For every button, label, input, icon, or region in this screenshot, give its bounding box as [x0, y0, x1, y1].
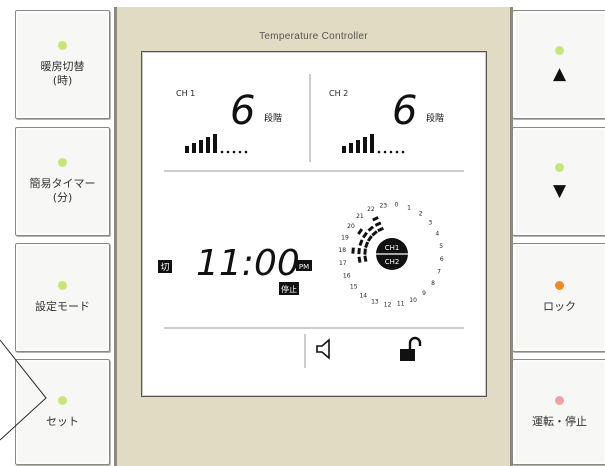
- dial-hour-number: 15: [350, 284, 358, 291]
- dial-hour-number: 17: [339, 260, 347, 267]
- led-indicator: [555, 163, 564, 172]
- dial-schedule-bar: [363, 248, 367, 255]
- dial-schedule-bar: [371, 230, 378, 237]
- clock-time: 11:00: [196, 243, 300, 284]
- controller-frame: 暖房切替 (時) 簡易タイマー (分) 設定モード セット Temperatur…: [0, 0, 605, 466]
- dial-hour-number: 7: [437, 269, 441, 276]
- dial-schedule-bar: [372, 216, 379, 222]
- dial-hour-number: 23: [379, 202, 387, 209]
- led-indicator: [58, 395, 67, 405]
- speaker-icon: [316, 338, 330, 360]
- scheduled-badge: 停止: [281, 284, 297, 294]
- dial-schedule-bar: [358, 239, 364, 247]
- dial-schedule-bar: [377, 226, 384, 233]
- simple-timer-minutes-button[interactable]: 簡易タイマー (分): [15, 127, 110, 236]
- lcd-screen: CH 1 6 段階 CH 2 6 段階 切 11:00 PM 停止 23 0 1…: [141, 51, 487, 397]
- ch2-level: 6: [392, 88, 417, 134]
- panel-title: Temperature Controller: [259, 31, 368, 42]
- pm-indicator: PM: [299, 263, 309, 271]
- dial-schedule-bar: [366, 235, 373, 242]
- lock-label: ロック: [543, 300, 576, 313]
- dial-schedule-bar: [363, 255, 368, 262]
- dial-hour-number: 1: [407, 205, 411, 212]
- lock-button[interactable]: ロック: [512, 243, 605, 352]
- dial-schedule-bar: [357, 228, 364, 235]
- dial-hour-number: 16: [343, 273, 351, 280]
- off-badge: 切: [160, 262, 169, 273]
- ch2-label: CH 2: [329, 89, 348, 98]
- ch2-unit: 段階: [426, 112, 444, 124]
- up-button[interactable]: ▲: [512, 10, 605, 119]
- dial-schedule-bar: [362, 231, 368, 239]
- dial-hour-number: 4: [435, 230, 439, 237]
- dial-schedule-bar: [367, 225, 375, 232]
- run-stop-label: 運転・停止: [532, 414, 587, 428]
- led-indicator: [58, 41, 67, 50]
- setting-mode-label: 設定モード: [35, 300, 90, 313]
- ch1-level: 6: [230, 88, 255, 134]
- dial-hour-number: 21: [356, 213, 364, 220]
- led-indicator: [555, 395, 564, 405]
- dial-schedule-bar: [357, 247, 361, 255]
- lcd-graphics: CH 1 6 段階 CH 2 6 段階 切 11:00 PM 停止 23 0 1…: [158, 74, 464, 368]
- dial-hour-number: 2: [419, 211, 423, 218]
- dial-hour-number: 6: [440, 256, 444, 263]
- down-button[interactable]: ▼: [512, 127, 605, 236]
- dial-hour-number: 10: [409, 297, 417, 304]
- led-indicator: [555, 281, 564, 290]
- down-arrow-icon: ▼: [552, 181, 567, 201]
- led-indicator: [555, 46, 564, 55]
- setting-mode-button[interactable]: 設定モード: [15, 243, 110, 352]
- up-arrow-icon: ▲: [552, 64, 567, 84]
- unlocked-padlock-icon: [400, 336, 422, 361]
- led-indicator: [58, 281, 67, 290]
- dial-schedule-bar: [351, 247, 355, 254]
- ch1-label: CH 1: [176, 89, 195, 98]
- dial-hour-number: 19: [341, 234, 349, 241]
- ch1-signal-bars: [185, 134, 248, 154]
- dial-hour-number: 11: [397, 301, 405, 308]
- ch1-unit: 段階: [264, 112, 282, 124]
- ch2-signal-bars: [342, 134, 405, 154]
- dial-schedule-bar: [357, 256, 362, 263]
- dial-hour-number: 13: [371, 299, 379, 306]
- dial-schedule-bar: [364, 241, 370, 249]
- dial-schedule-bar: [374, 221, 382, 227]
- dial-hour-number: 3: [428, 219, 432, 226]
- dial-hour-number: 9: [422, 290, 426, 297]
- simple-timer-label: 簡易タイマー (分): [29, 177, 96, 204]
- heating-switch-hours-button[interactable]: 暖房切替 (時): [15, 10, 110, 119]
- dial-hour-number: 8: [431, 280, 435, 287]
- dial-hour-number: 12: [384, 301, 392, 308]
- dial-ch1-label: CH1: [385, 244, 400, 252]
- set-button[interactable]: セット: [15, 359, 110, 465]
- dial-hour-number: 22: [367, 206, 375, 213]
- run-stop-button[interactable]: 運転・停止: [512, 359, 605, 465]
- dial-hour-number: 18: [338, 247, 346, 254]
- heating-switch-label: 暖房切替 (時): [40, 60, 85, 87]
- dial-hour-number: 5: [439, 243, 443, 250]
- set-label: セット: [46, 414, 79, 428]
- led-indicator: [58, 158, 67, 167]
- dial-ch2-label: CH2: [385, 258, 400, 266]
- dial-hour-number: 20: [347, 223, 355, 230]
- dial-hour-number: 14: [359, 293, 367, 300]
- dial-hour-number: 0: [394, 202, 398, 209]
